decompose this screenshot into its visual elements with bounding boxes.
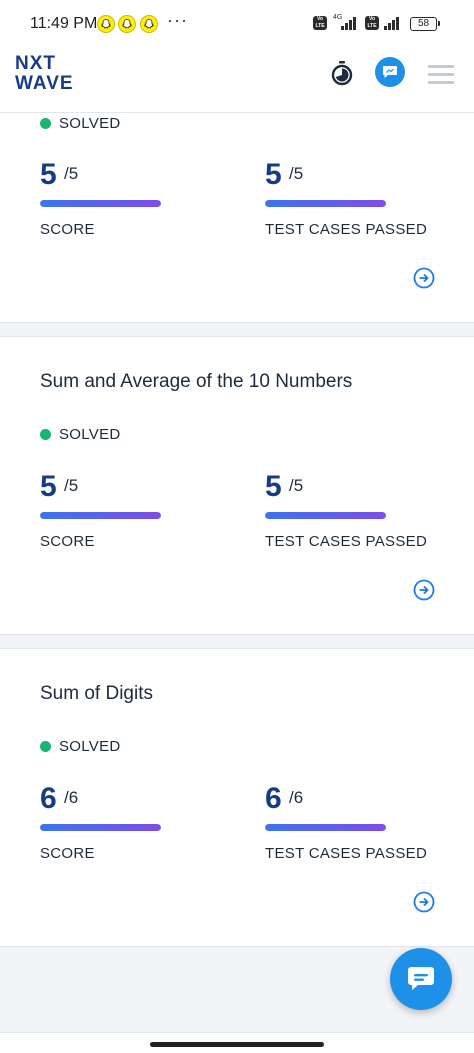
solved-dot-icon <box>40 118 51 129</box>
problem-title[interactable]: Sum and Average of the 10 Numbers <box>40 371 352 393</box>
test-cases-progress-bar <box>265 512 386 519</box>
chat-icon[interactable] <box>375 57 405 87</box>
test-cases-progress-bar <box>265 824 386 831</box>
solved-status: SOLVED <box>40 738 121 755</box>
signal-icon <box>341 16 356 30</box>
menu-icon[interactable] <box>428 65 454 84</box>
logo-bottom-text: WAVE <box>15 73 74 94</box>
battery-icon: 58 <box>410 17 440 31</box>
timer-icon[interactable] <box>330 60 354 86</box>
score-progress-bar <box>40 512 161 519</box>
arrow-right-circle-icon[interactable] <box>413 891 435 913</box>
problem-title[interactable]: Sum of Digits <box>40 683 153 705</box>
problem-card: Sum of Digits SOLVED 6 /6 SCORE 6 /6 TES… <box>0 648 474 947</box>
test-cases-progress-bar <box>265 200 386 207</box>
logo-top-text: NXT <box>15 53 56 74</box>
snapchat-notification-icon <box>140 15 158 33</box>
app-header: NXT WAVE <box>0 48 474 112</box>
chat-icon <box>408 967 434 990</box>
volte-icon: Vo LTE <box>365 16 379 30</box>
chat-support-button[interactable] <box>390 948 452 1010</box>
solved-dot-icon <box>40 429 51 440</box>
score-progress-bar <box>40 200 161 207</box>
arrow-right-circle-icon[interactable] <box>413 267 435 289</box>
problem-card: Sum and Average of the 10 Numbers SOLVED… <box>0 336 474 635</box>
home-indicator[interactable] <box>150 1042 324 1047</box>
nxtwave-logo[interactable]: NXT WAVE <box>15 53 85 95</box>
score-progress-bar <box>40 824 161 831</box>
snapchat-notification-icon <box>97 15 115 33</box>
solved-status: SOLVED <box>40 426 121 443</box>
more-notifications-icon: ··· <box>167 10 188 30</box>
solved-status: SOLVED <box>40 115 121 132</box>
problem-card: SOLVED 5 /5 SCORE 5 /5 TEST CASES PASSED <box>0 112 474 323</box>
status-time: 11:49 PM <box>30 15 98 32</box>
arrow-right-circle-icon[interactable] <box>413 579 435 601</box>
volte-icon: Vo LTE <box>313 16 327 30</box>
status-bar: 11:49 PM ··· Vo LTE 4G Vo LTE 58 <box>0 0 474 48</box>
solved-dot-icon <box>40 741 51 752</box>
signal-icon <box>384 16 399 30</box>
snapchat-notification-icon <box>118 15 136 33</box>
